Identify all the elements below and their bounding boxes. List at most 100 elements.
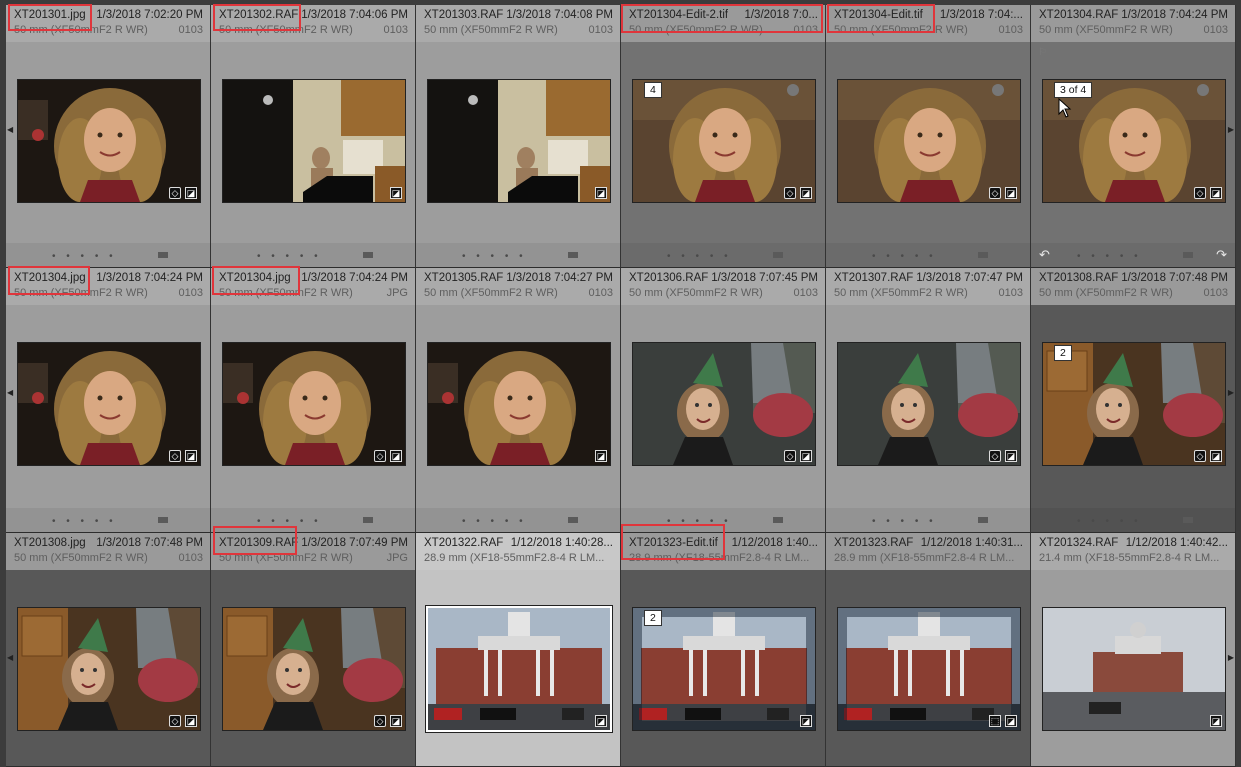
grid-cell[interactable]: XT201308.jpg 1/3/2018 7:07:48 PM 50 mm (X… xyxy=(6,533,211,767)
crop-icon[interactable]: ⬚ xyxy=(989,715,1001,727)
develop-adjusted-icon[interactable]: ◪ xyxy=(390,450,402,462)
color-label-icon[interactable] xyxy=(773,252,783,258)
photo-thumbnail[interactable]: ◇ ◪ xyxy=(838,343,1020,465)
grid-cell[interactable]: XT201306.RAF 1/3/2018 7:07:45 PM 50 mm (X… xyxy=(621,268,826,533)
develop-adjusted-icon[interactable]: ◪ xyxy=(800,715,812,727)
grid-cell[interactable]: XT201322.RAF 1/12/2018 1:40:28... 28.9 mm… xyxy=(416,533,621,767)
develop-adjusted-icon[interactable]: ◪ xyxy=(1005,450,1017,462)
keyword-tag-icon[interactable]: ◇ xyxy=(169,715,181,727)
develop-adjusted-icon[interactable]: ◪ xyxy=(1210,715,1222,727)
photo-thumbnail[interactable]: ◇ ◪ xyxy=(223,343,405,465)
develop-adjusted-icon[interactable]: ◪ xyxy=(800,450,812,462)
star-rating-dots[interactable]: • • • • • xyxy=(667,251,732,262)
develop-adjusted-icon[interactable]: ◪ xyxy=(1210,187,1222,199)
keyword-tag-icon[interactable]: ◇ xyxy=(374,450,386,462)
star-rating-dots[interactable]: • • • • • xyxy=(257,516,322,527)
photo-thumbnail[interactable]: ◪ xyxy=(1043,608,1225,730)
scroll-right-icon[interactable]: ▶ xyxy=(1228,388,1234,397)
develop-adjusted-icon[interactable]: ◪ xyxy=(185,715,197,727)
photo-thumbnail[interactable]: ◪ xyxy=(428,608,610,730)
stack-count-badge[interactable]: 2 xyxy=(1054,345,1072,361)
keyword-tag-icon[interactable]: ◇ xyxy=(784,450,796,462)
develop-adjusted-icon[interactable]: ◪ xyxy=(390,715,402,727)
star-rating-dots[interactable]: • • • • • xyxy=(667,516,732,527)
star-rating-dots[interactable]: • • • • • xyxy=(52,516,117,527)
photo-thumbnail[interactable]: ◪ xyxy=(428,80,610,202)
rotate-left-icon[interactable]: ↶ xyxy=(1039,247,1050,263)
develop-adjusted-icon[interactable]: ◪ xyxy=(1005,715,1017,727)
grid-cell[interactable]: XT201302.RAF 1/3/2018 7:04:06 PM 50 mm (X… xyxy=(211,5,416,268)
grid-cell[interactable]: XT201304.RAF 1/3/2018 7:04:24 PM 50 mm (X… xyxy=(1031,5,1236,268)
grid-cell[interactable]: XT201304-Edit-2.tif 1/3/2018 7:0... 50 mm… xyxy=(621,5,826,268)
stack-count-badge[interactable]: 4 xyxy=(644,82,662,98)
photo-thumbnail[interactable]: 2 ◇ ◪ xyxy=(1043,343,1225,465)
scroll-left-icon[interactable]: ◀ xyxy=(7,388,13,397)
keyword-tag-icon[interactable]: ◇ xyxy=(1194,187,1206,199)
photo-thumbnail[interactable]: ◪ xyxy=(223,80,405,202)
color-label-icon[interactable] xyxy=(158,517,168,523)
color-label-icon[interactable] xyxy=(568,517,578,523)
photo-thumbnail[interactable]: ◇ ◪ xyxy=(18,80,200,202)
develop-adjusted-icon[interactable]: ◪ xyxy=(595,715,607,727)
star-rating-dots[interactable]: • • • • • xyxy=(1077,516,1142,527)
color-label-icon[interactable] xyxy=(568,252,578,258)
star-rating-dots[interactable]: • • • • • xyxy=(462,251,527,262)
keyword-tag-icon[interactable]: ◇ xyxy=(169,187,181,199)
photo-thumbnail[interactable]: ◇ ◪ xyxy=(18,343,200,465)
develop-adjusted-icon[interactable]: ◪ xyxy=(1210,450,1222,462)
photo-thumbnail[interactable]: ◪ xyxy=(428,343,610,465)
stack-count-badge[interactable]: 3 of 4 xyxy=(1054,82,1093,98)
grid-cell[interactable]: XT201309.RAF 1/3/2018 7:07:49 PM 50 mm (X… xyxy=(211,533,416,767)
develop-adjusted-icon[interactable]: ◪ xyxy=(390,187,402,199)
keyword-tag-icon[interactable]: ◇ xyxy=(989,450,1001,462)
color-label-icon[interactable] xyxy=(978,252,988,258)
keyword-tag-icon[interactable]: ◇ xyxy=(169,450,181,462)
grid-cell[interactable]: XT201305.RAF 1/3/2018 7:04:27 PM 50 mm (X… xyxy=(416,268,621,533)
star-rating-dots[interactable]: • • • • • xyxy=(52,251,117,262)
color-label-icon[interactable] xyxy=(978,517,988,523)
color-label-icon[interactable] xyxy=(773,517,783,523)
color-label-icon[interactable] xyxy=(363,252,373,258)
color-label-icon[interactable] xyxy=(1183,517,1193,523)
grid-cell[interactable]: XT201323.RAF 1/12/2018 1:40:31... 28.9 mm… xyxy=(826,533,1031,767)
star-rating-dots[interactable]: • • • • • xyxy=(872,251,937,262)
color-label-icon[interactable] xyxy=(158,252,168,258)
star-rating-dots[interactable]: • • • • • xyxy=(462,516,527,527)
scroll-right-icon[interactable]: ▶ xyxy=(1228,653,1234,662)
scroll-left-icon[interactable]: ◀ xyxy=(7,653,13,662)
color-label-icon[interactable] xyxy=(1183,252,1193,258)
grid-cell[interactable]: XT201301.jpg 1/3/2018 7:02:20 PM 50 mm (X… xyxy=(6,5,211,268)
grid-cell[interactable]: XT201323-Edit.tif 1/12/2018 1:40... 28.9 … xyxy=(621,533,826,767)
grid-cell[interactable]: XT201307.RAF 1/3/2018 7:07:47 PM 50 mm (X… xyxy=(826,268,1031,533)
photo-thumbnail[interactable]: 4 ◇ ◪ xyxy=(633,80,815,202)
scroll-right-icon[interactable]: ▶ xyxy=(1228,125,1234,134)
grid-cell[interactable]: XT201303.RAF 1/3/2018 7:04:08 PM 50 mm (X… xyxy=(416,5,621,268)
keyword-tag-icon[interactable]: ◇ xyxy=(1194,450,1206,462)
flag-icon[interactable]: ⚐ xyxy=(1038,47,1047,58)
star-rating-dots[interactable]: • • • • • xyxy=(1077,251,1142,262)
star-rating-dots[interactable]: • • • • • xyxy=(257,251,322,262)
develop-adjusted-icon[interactable]: ◪ xyxy=(595,450,607,462)
keyword-tag-icon[interactable]: ◇ xyxy=(989,187,1001,199)
stack-count-badge[interactable]: 2 xyxy=(644,610,662,626)
develop-adjusted-icon[interactable]: ◪ xyxy=(595,187,607,199)
grid-cell[interactable]: XT201304.jpg 1/3/2018 7:04:24 PM 50 mm (X… xyxy=(211,268,416,533)
photo-thumbnail[interactable]: ◇ ◪ xyxy=(18,608,200,730)
star-rating-dots[interactable]: • • • • • xyxy=(872,516,937,527)
scroll-left-icon[interactable]: ◀ xyxy=(7,125,13,134)
keyword-tag-icon[interactable]: ◇ xyxy=(374,715,386,727)
grid-cell[interactable]: XT201308.RAF 1/3/2018 7:07:48 PM 50 mm (X… xyxy=(1031,268,1236,533)
keyword-tag-icon[interactable]: ◇ xyxy=(784,187,796,199)
photo-thumbnail[interactable]: ⬚ ◪ xyxy=(838,608,1020,730)
grid-cell[interactable]: XT201304.jpg 1/3/2018 7:04:24 PM 50 mm (X… xyxy=(6,268,211,533)
photo-thumbnail[interactable]: 2 ◪ xyxy=(633,608,815,730)
develop-adjusted-icon[interactable]: ◪ xyxy=(185,450,197,462)
grid-cell[interactable]: XT201324.RAF 1/12/2018 1:40:42... 21.4 mm… xyxy=(1031,533,1236,767)
rotate-right-icon[interactable]: ↷ xyxy=(1216,247,1227,263)
grid-cell[interactable]: XT201304-Edit.tif 1/3/2018 7:04:... 50 mm… xyxy=(826,5,1031,268)
develop-adjusted-icon[interactable]: ◪ xyxy=(185,187,197,199)
develop-adjusted-icon[interactable]: ◪ xyxy=(800,187,812,199)
photo-thumbnail[interactable]: ◇ ◪ xyxy=(838,80,1020,202)
photo-thumbnail[interactable]: ◇ ◪ xyxy=(223,608,405,730)
photo-thumbnail[interactable]: ◇ ◪ xyxy=(633,343,815,465)
